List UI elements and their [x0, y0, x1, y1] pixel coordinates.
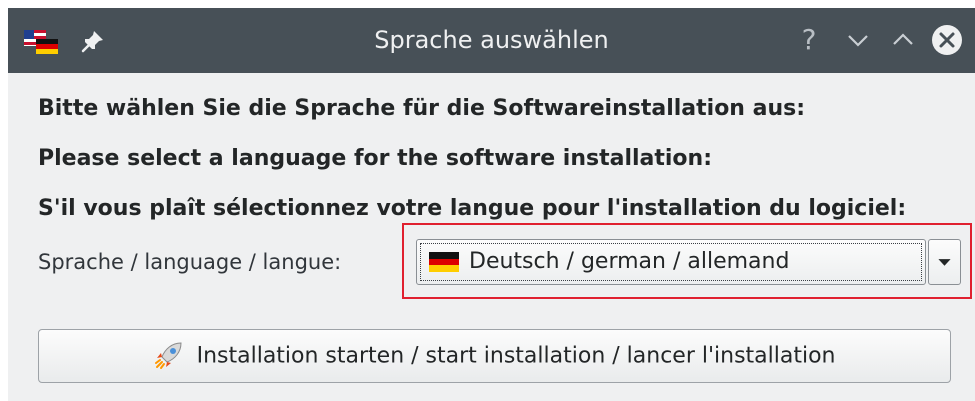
language-select-value: Deutsch / german / allemand [469, 249, 790, 274]
language-select[interactable]: Deutsch / german / allemand [416, 239, 926, 285]
prompt-french: S'il vous plaît sélectionnez votre langu… [38, 196, 907, 221]
start-button-content: Installation starten / start installatio… [154, 330, 836, 382]
german-flag-icon [429, 252, 459, 272]
minimize-icon[interactable] [841, 23, 875, 57]
title-bar[interactable]: Sprache auswählen ? [8, 8, 975, 73]
start-installation-button[interactable]: Installation starten / start installatio… [38, 329, 951, 383]
rocket-icon [154, 341, 182, 369]
dropdown-arrow-icon[interactable] [928, 239, 961, 285]
start-button-label: Installation starten / start installatio… [196, 343, 836, 369]
language-dialog: Sprache auswählen ? Bitte wählen Sie die… [8, 8, 975, 401]
prompt-english: Please select a language for the softwar… [38, 146, 713, 171]
window-title: Sprache auswählen [374, 26, 609, 54]
close-icon[interactable] [930, 23, 964, 57]
prompt-german: Bitte wählen Sie die Sprache für die Sof… [38, 96, 806, 121]
maximize-icon[interactable] [886, 23, 920, 57]
language-label: Sprache / language / langue: [38, 250, 342, 274]
help-icon[interactable]: ? [792, 23, 826, 57]
